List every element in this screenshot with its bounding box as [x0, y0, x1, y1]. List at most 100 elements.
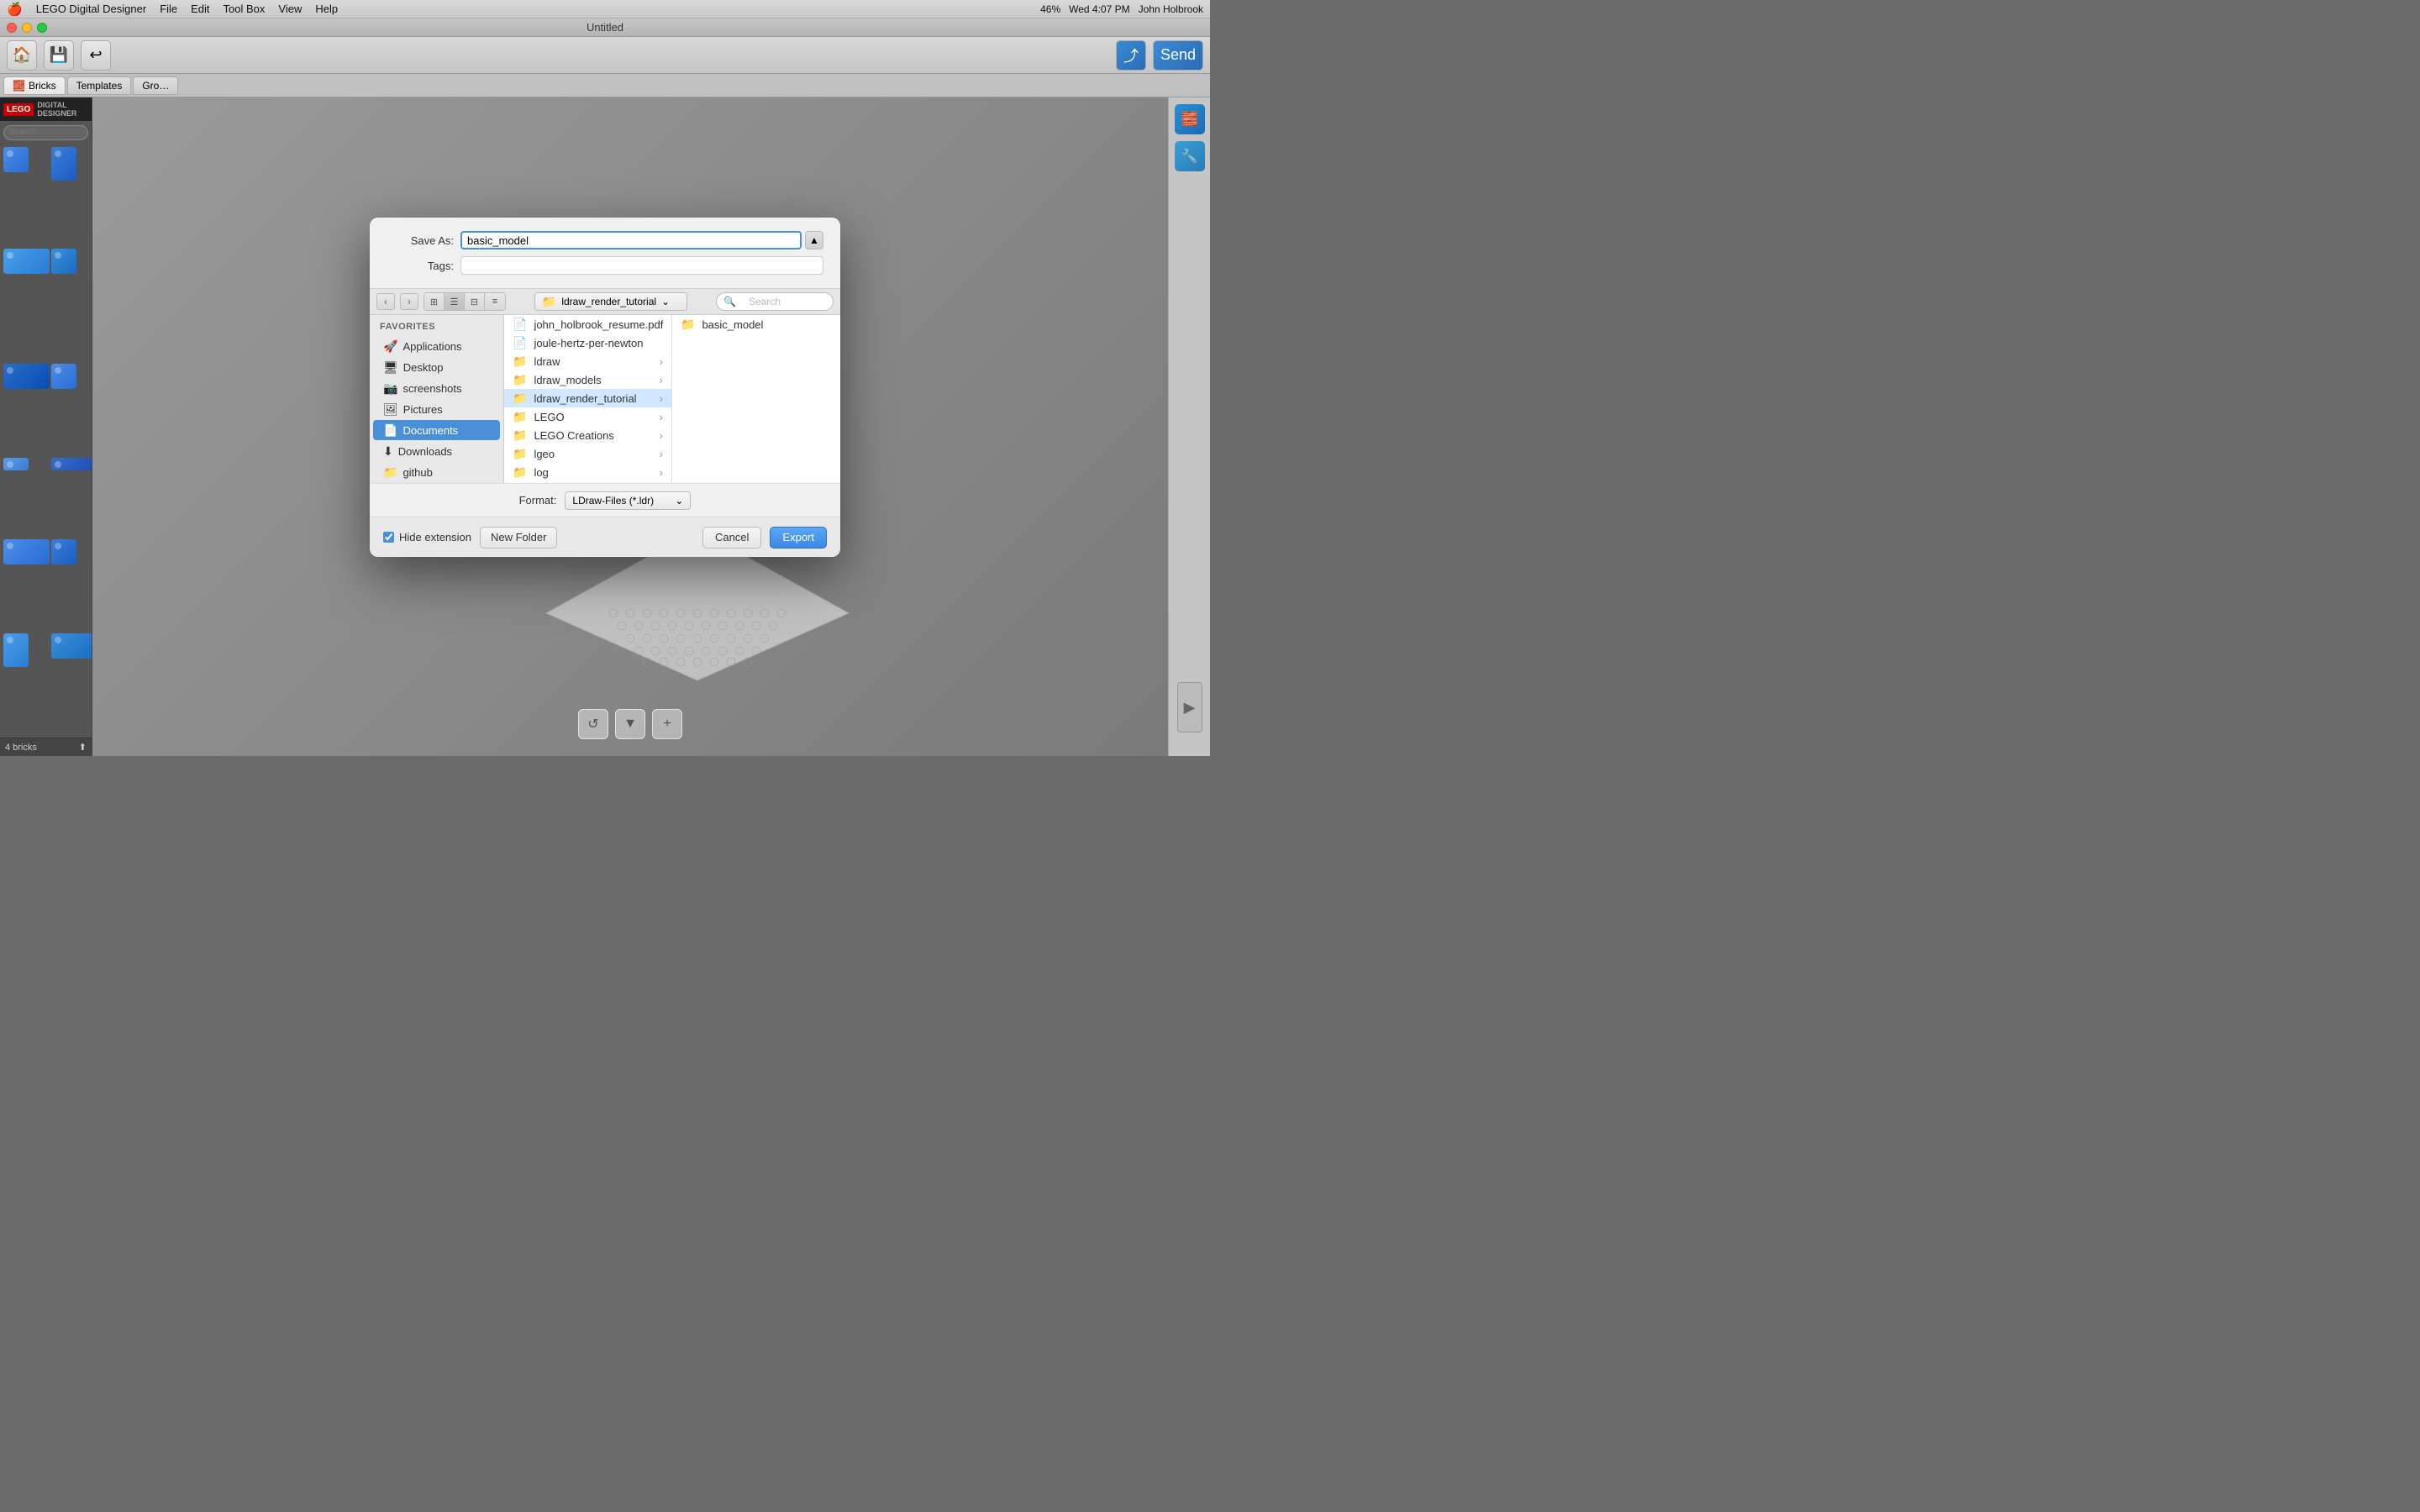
file-item-lego[interactable]: 📁 LEGO ›: [504, 407, 671, 426]
menu-app-name[interactable]: LEGO Digital Designer: [36, 3, 147, 15]
format-dropdown[interactable]: LDraw-Files (*.ldr) ⌄: [565, 491, 691, 510]
format-dropdown-arrow: ⌄: [675, 495, 683, 507]
sidebar-item-github[interactable]: 📁 github: [373, 462, 500, 482]
view-arrange-button[interactable]: ≡: [485, 293, 505, 310]
file-list-panel: 📄 john_holbrook_resume.pdf 📄 joule-hertz…: [504, 315, 672, 483]
pdf-icon: 📄: [513, 318, 527, 332]
menu-edit[interactable]: Edit: [191, 3, 209, 15]
arrow-icon: ›: [660, 411, 663, 423]
arrow-icon: ›: [660, 355, 663, 368]
save-as-input[interactable]: [460, 231, 802, 249]
file-list-panel-right: 📁 basic_model: [672, 315, 840, 483]
arrow-icon: ›: [660, 392, 663, 405]
file-item-joule[interactable]: 📄 joule-hertz-per-newton: [504, 333, 671, 352]
file-item-ldraw-render[interactable]: 📁 ldraw_render_tutorial ›: [504, 389, 671, 407]
view-list-button[interactable]: ☰: [445, 293, 465, 310]
hide-extension-checkbox[interactable]: Hide extension: [383, 531, 471, 543]
desktop-icon: 🖥: [383, 360, 398, 375]
view-icon-button[interactable]: ⊞: [424, 293, 445, 310]
menu-right: 46% Wed 4:07 PM John Holbrook: [1040, 3, 1203, 15]
location-bar: 📁 ldraw_render_tutorial ⌄: [511, 292, 711, 311]
sidebar-item-desktop[interactable]: 🖥 Desktop: [373, 357, 500, 377]
arrow-icon: ›: [660, 429, 663, 442]
file-name: log: [534, 466, 548, 479]
browser-body: Favorites 🚀 Applications 🖥 Desktop 📷 scr…: [370, 315, 840, 483]
favorites-header: Favorites: [370, 315, 503, 335]
format-row: Format: LDraw-Files (*.ldr) ⌄: [370, 483, 840, 517]
folder-icon: 📁: [513, 410, 527, 424]
tags-label: Tags:: [387, 260, 454, 272]
sidebar-item-pictures[interactable]: 🖼 Pictures: [373, 399, 500, 419]
hide-ext-label: Hide extension: [399, 531, 471, 543]
file-item-metro[interactable]: 📊 metro.xlsx: [504, 481, 671, 483]
battery-indicator: 46%: [1040, 3, 1060, 15]
sidebar-item-label: Documents: [402, 424, 458, 437]
sidebar-item-downloads[interactable]: ⬇ Downloads: [373, 441, 500, 461]
file-name: LEGO: [534, 411, 564, 423]
sidebar-item-label: Applications: [402, 340, 461, 353]
file-item-ldraw-models[interactable]: 📁 ldraw_models ›: [504, 370, 671, 389]
file-name: ldraw: [534, 355, 560, 368]
clock: Wed 4:07 PM: [1069, 3, 1129, 15]
sidebar-item-label: Pictures: [403, 403, 443, 416]
dialog-header: Save As: ▲ Tags:: [370, 218, 840, 288]
sidebar-item-label: screenshots: [402, 382, 461, 395]
file-item-basic-model[interactable]: 📁 basic_model: [672, 315, 840, 333]
file-name: LEGO Creations: [534, 429, 613, 442]
folder-icon: 📁: [513, 373, 527, 387]
sidebar-item-applications[interactable]: 🚀 Applications: [373, 336, 500, 356]
sidebar-item-documents[interactable]: 📄 Documents: [373, 420, 500, 440]
apple-menu[interactable]: 🍎: [7, 2, 23, 17]
format-label: Format:: [519, 494, 557, 507]
file-item-log[interactable]: 📁 log ›: [504, 463, 671, 481]
folder-icon: 📁: [542, 295, 556, 309]
new-folder-button[interactable]: New Folder: [480, 527, 557, 549]
sidebar-item-label: Downloads: [398, 445, 452, 458]
sidebar-item-screenshots[interactable]: 📷 screenshots: [373, 378, 500, 398]
arrow-icon: ›: [660, 374, 663, 386]
file-item-resume[interactable]: 📄 john_holbrook_resume.pdf: [504, 315, 671, 333]
format-value: LDraw-Files (*.ldr): [572, 495, 654, 507]
file-item-lgeo[interactable]: 📁 lgeo ›: [504, 444, 671, 463]
view-buttons: ⊞ ☰ ⊟ ≡: [424, 292, 506, 311]
folder-icon: 📁: [513, 391, 527, 406]
hide-ext-input[interactable]: [383, 532, 394, 543]
file-icon: 📄: [513, 336, 527, 350]
applications-icon: 🚀: [383, 339, 397, 354]
pictures-icon: 🖼: [383, 402, 398, 417]
tags-input[interactable]: [460, 256, 823, 275]
cancel-button[interactable]: Cancel: [702, 527, 761, 549]
github-icon: 📁: [383, 465, 397, 480]
menu-help[interactable]: Help: [315, 3, 338, 15]
file-name: ldraw_models: [534, 374, 601, 386]
menu-toolbox[interactable]: Tool Box: [224, 3, 266, 15]
file-item-ldraw[interactable]: 📁 ldraw ›: [504, 352, 671, 370]
search-box[interactable]: 🔍 Search: [716, 292, 834, 311]
user-name: John Holbrook: [1139, 3, 1203, 15]
file-name: john_holbrook_resume.pdf: [534, 318, 663, 331]
documents-icon: 📄: [383, 423, 397, 438]
forward-button[interactable]: ›: [400, 293, 418, 310]
folder-icon: 📁: [513, 354, 527, 369]
arrow-icon: ›: [660, 466, 663, 479]
save-as-label: Save As:: [387, 234, 454, 247]
view-cover-button[interactable]: ⊟: [465, 293, 485, 310]
menu-file[interactable]: File: [160, 3, 177, 15]
tags-row: Tags:: [387, 256, 823, 275]
dialog-overlay: Save As: ▲ Tags: ‹ › ⊞ ☰ ⊟ ≡ 📁 ldr: [0, 18, 1210, 756]
file-name: lgeo: [534, 448, 555, 460]
file-name: joule-hertz-per-newton: [534, 337, 643, 349]
collapse-button[interactable]: ▲: [805, 231, 823, 249]
location-dropdown[interactable]: 📁 ldraw_render_tutorial ⌄: [534, 292, 687, 311]
file-item-lego-creations[interactable]: 📁 LEGO Creations ›: [504, 426, 671, 444]
export-button[interactable]: Export: [770, 527, 827, 549]
menubar: 🍎 LEGO Digital Designer File Edit Tool B…: [0, 0, 1210, 18]
location-text: ldraw_render_tutorial: [561, 296, 656, 307]
back-button[interactable]: ‹: [376, 293, 395, 310]
menu-view[interactable]: View: [278, 3, 302, 15]
folder-icon: 📁: [513, 447, 527, 461]
search-icon: 🔍: [723, 296, 736, 307]
save-as-row: Save As: ▲: [387, 231, 823, 249]
search-placeholder: Search: [749, 296, 781, 307]
dropdown-arrow-icon: ⌄: [661, 296, 670, 307]
